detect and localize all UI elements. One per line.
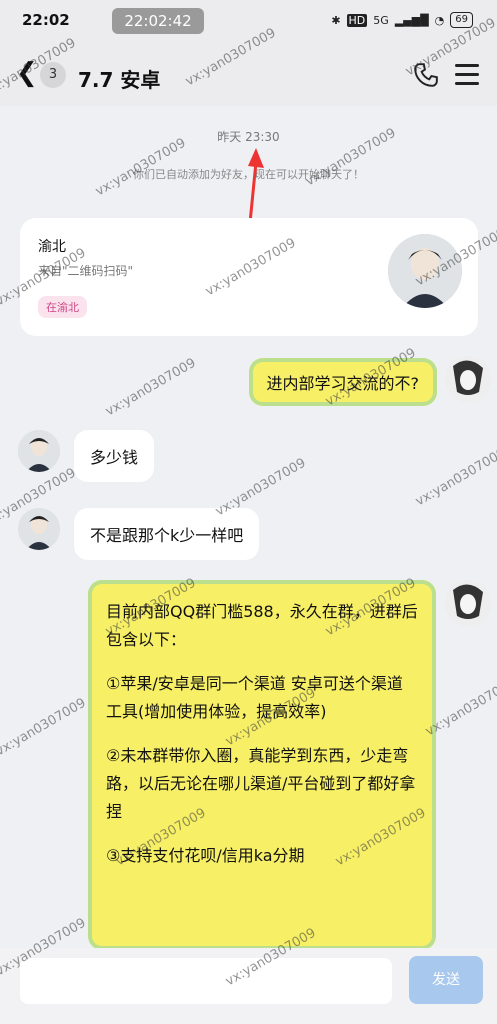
- unread-count-badge[interactable]: 3: [40, 62, 66, 88]
- message-paragraph: 目前内部QQ群门槛588，永久在群，进群后包含以下：: [106, 602, 418, 649]
- clock: 22:02: [22, 11, 70, 29]
- status-bar: 22:02 22:02:42 ✱ HD 5G ▂▄▆█ ◔ 69: [0, 0, 497, 46]
- menu-icon[interactable]: [455, 64, 479, 91]
- send-button[interactable]: 发送: [409, 956, 483, 1004]
- watermark: vx:yan0307009: [0, 695, 89, 760]
- friend-card[interactable]: 渝北 来自"二维码扫码" 在渝北: [20, 218, 478, 336]
- long-message-bubble[interactable]: 目前内部QQ群门槛588，永久在群，进群后包含以下： ①苹果/安卓是同一个渠道 …: [88, 580, 436, 950]
- location-tag: 在渝北: [38, 296, 87, 318]
- message-paragraph: ③支持支付花呗/信用ka分期: [106, 846, 305, 865]
- friend-source: 来自"二维码扫码": [38, 264, 134, 278]
- message-input[interactable]: [20, 958, 392, 1004]
- watermark: vx:yan0307009: [413, 445, 497, 510]
- my-avatar[interactable]: [445, 580, 491, 626]
- message-bubble[interactable]: 多少钱: [74, 430, 155, 482]
- status-icons: ✱ HD 5G ▂▄▆█ ◔ 69: [331, 12, 473, 28]
- friend-avatar-small[interactable]: [18, 508, 60, 550]
- watermark: vx:yan0307009: [103, 355, 199, 420]
- bluetooth-icon: ✱: [331, 13, 341, 27]
- system-time: 昨天 23:30: [217, 130, 280, 144]
- friend-name: 渝北: [38, 239, 66, 255]
- chat-header: ❮ 3 7.7 安卓: [0, 46, 497, 106]
- recording-time: 22:02:42: [112, 8, 204, 34]
- message-paragraph: ②未本群带你入圈，真能学到东西，少走弯路，以后无论在哪儿渠道/平台碰到了都好拿捏: [106, 746, 416, 821]
- message-paragraph: ①苹果/安卓是同一个渠道 安卓可送个渠道工具(增加使用体验，提高效率): [106, 674, 403, 721]
- friend-avatar-small[interactable]: [18, 430, 60, 472]
- network-label: 5G: [373, 13, 389, 27]
- message-bubble[interactable]: 进内部学习交流的不?: [248, 358, 437, 406]
- message-bubble[interactable]: 不是跟那个k少一样吧: [74, 508, 260, 560]
- friend-avatar[interactable]: [388, 234, 462, 308]
- battery-icon: 69: [450, 12, 473, 28]
- hd-icon: HD: [346, 13, 368, 27]
- back-arrow-icon[interactable]: ❮: [16, 60, 38, 86]
- input-bar: 发送: [0, 948, 497, 1024]
- wifi-icon: ◔: [434, 13, 445, 27]
- chat-title: 7.7 安卓: [78, 68, 161, 92]
- phone-icon[interactable]: [413, 60, 439, 90]
- signal-icon: ▂▄▆█: [394, 13, 429, 27]
- my-avatar[interactable]: [445, 356, 491, 402]
